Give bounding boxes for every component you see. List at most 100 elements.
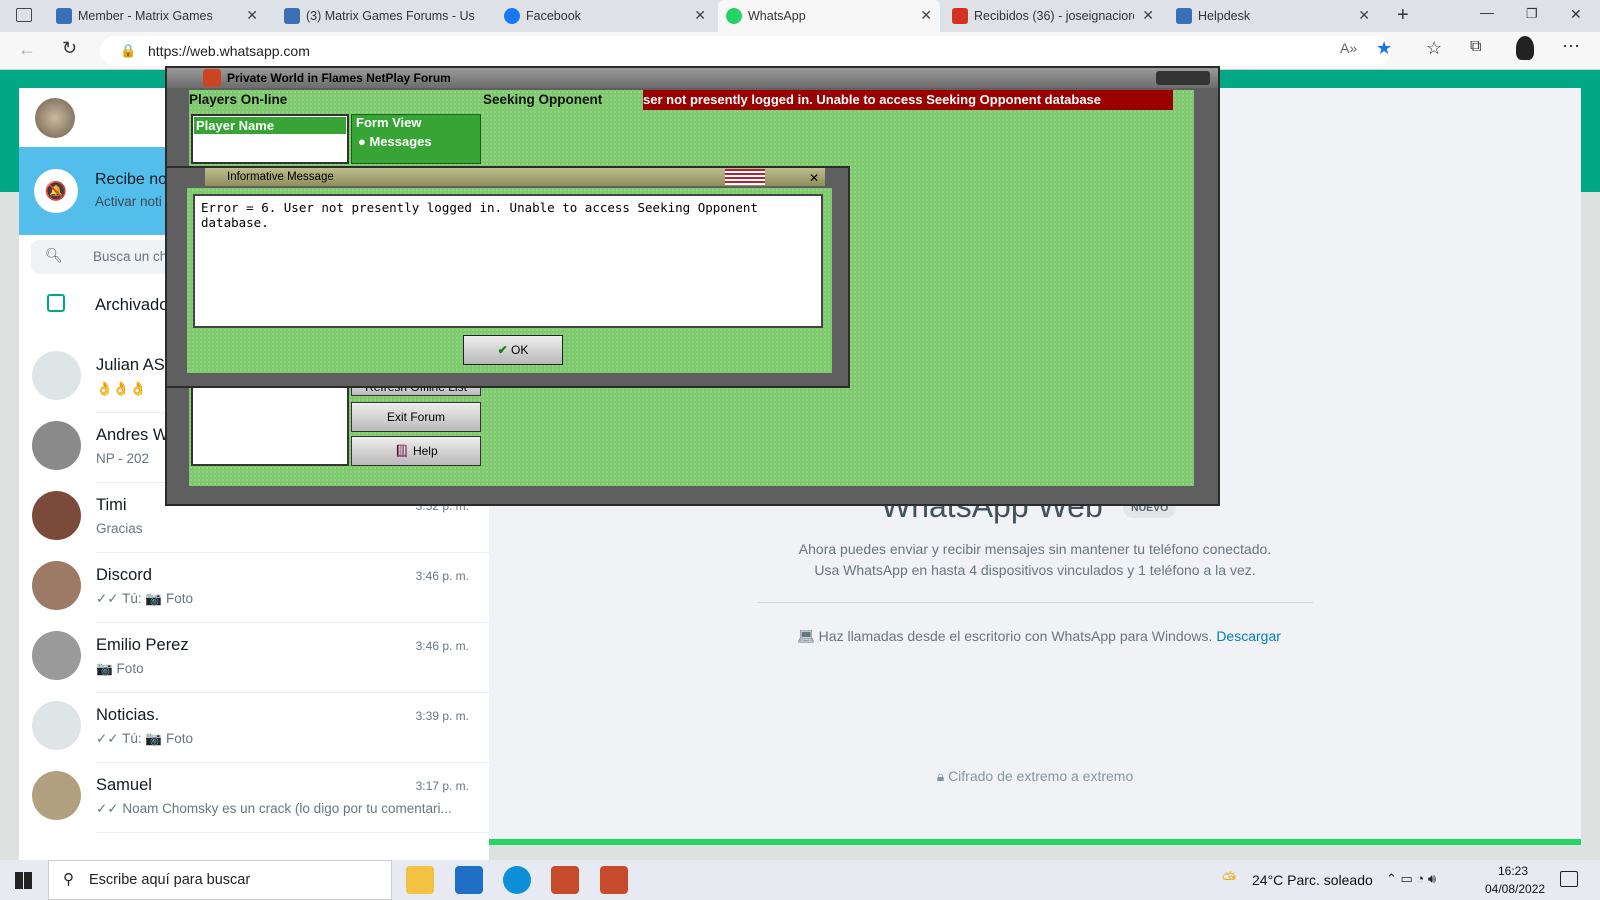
close-icon[interactable]: ✕ [920,7,932,24]
chat-name: Andres W [96,426,169,444]
chat-preview: Gracias [96,521,143,536]
chat-preview: NP - 202 [96,451,150,466]
close-window-icon[interactable]: ✕ [1570,6,1582,23]
refresh-icon[interactable]: ↻ [62,38,77,59]
encrypted-row: 🔒︎ Cifrado de extremo a extremo [489,768,1581,785]
clock-time[interactable]: 16:23 [1498,864,1528,878]
search-icon: ⚲ [63,871,74,888]
chat-row[interactable]: Noticias. 3:39 p. m. ✓✓ Tú: 📷 Foto [19,693,489,763]
dialog-body: Error = 6. User not presently logged in.… [187,188,832,373]
messages-radio[interactable]: ● Messages [352,130,480,153]
exit-forum-button[interactable]: Exit Forum [351,402,481,432]
avatar [32,351,81,400]
avatar [32,421,81,470]
lock-icon: 🔒︎ [936,768,949,784]
close-icon[interactable]: ✕ [1358,7,1370,24]
chat-time: 3:46 p. m. [415,639,469,653]
archive-icon [47,294,65,312]
favorites-icon[interactable]: ☆ [1426,38,1442,59]
browser-tab-bar: Member - Matrix Games ✕ (3) Matrix Games… [0,0,1600,32]
chat-row[interactable]: Discord 3:46 p. m. ✓✓ Tú: 📷 Foto [19,553,489,623]
tab-member-matrix[interactable]: Member - Matrix Games ✕ [48,0,266,32]
notif-subtitle: Activar noti [95,194,162,209]
weather-text[interactable]: 24°C Parc. soleado [1252,872,1373,888]
forum-title-bar[interactable]: Private World in Flames NetPlay Forum [167,68,1218,88]
messages-label: Messages [369,134,432,149]
gmail-icon [952,8,968,24]
book-icon: 📕︎ [394,444,410,458]
tab-title: (3) Matrix Games Forums - Us [306,9,475,23]
taskbar-search[interactable]: ⚲ Escribe aquí para buscar [48,860,392,900]
chat-name: Timi [96,496,127,514]
profile-avatar[interactable] [35,98,75,138]
chat-preview: ✓✓ Tú: 📷 Foto [96,591,193,606]
chat-row[interactable]: Emilio Perez 3:46 p. m. 📷 Foto [19,623,489,693]
new-tab-icon[interactable]: + [1397,4,1409,27]
profile-icon[interactable] [1516,36,1534,60]
window-controls-icon[interactable] [1156,71,1210,85]
form-view-group: Form View ● Messages [351,114,481,164]
tab-title: Member - Matrix Games [78,9,213,23]
mail-icon[interactable] [455,866,483,894]
tray-icons[interactable]: ⌃ ▭ ◔ 🔊︎ [1386,871,1436,887]
help-label: Help [412,444,438,458]
matrix-icon [284,8,300,24]
avatar [32,561,81,610]
forum-title: Private World in Flames NetPlay Forum [227,71,451,85]
player-list[interactable]: Player Name [191,114,349,164]
notifications-icon[interactable] [1560,871,1578,887]
notif-title: Recibe no [95,171,168,188]
tab-gmail[interactable]: Recibidos (36) - joseignaciorc ✕ [944,0,1162,32]
read-aloud-icon[interactable]: A» [1340,40,1357,56]
opponent-list[interactable] [191,380,349,466]
back-icon[interactable]: ← [18,39,36,60]
tab-title: Recibidos (36) - joseignaciorc [974,9,1134,23]
encrypted-text: Cifrado de extremo a extremo [948,768,1134,784]
help-button[interactable]: 📕︎ Help [351,436,481,466]
chat-row[interactable]: Samuel 3:17 p. m. ✓✓ Noam Chomsky es un cr… [19,763,489,833]
chat-time: 3:46 p. m. [415,569,469,583]
windows-start-icon[interactable] [15,872,32,889]
close-icon[interactable]: ✕ [694,7,706,24]
close-icon[interactable]: ✕ [1142,7,1154,24]
seeking-opponent-label: Seeking Opponent [483,92,603,107]
tab-title: Facebook [526,9,581,23]
chat-time: 3:17 p. m. [415,779,469,793]
favorite-star-icon[interactable]: ★ [1376,38,1392,59]
close-icon[interactable]: ✕ [246,7,258,24]
form-view-label: Form View [356,115,422,130]
tab-actions-icon[interactable] [16,8,32,22]
tab-facebook[interactable]: Facebook ✕ [496,0,714,32]
tab-helpdesk[interactable]: Helpdesk ✕ [1168,0,1378,32]
weather-icon: ⛅︎ [1222,869,1237,889]
ok-button[interactable]: ✔ OK [463,335,563,365]
download-link[interactable]: Descargar [1216,628,1281,644]
edge-icon[interactable] [503,866,531,894]
close-icon[interactable]: ✕ [809,169,819,187]
tab-matrix-forums[interactable]: (3) Matrix Games Forums - Us [276,0,486,32]
description-line-2: Usa WhatsApp en hasta 4 dispositivos vin… [814,562,1256,578]
avatar [32,491,81,540]
informative-dialog: Informative Message ✕ Error = 6. User no… [165,166,850,388]
chat-preview: ✓✓ Tú: 📷 Foto [96,731,193,746]
more-menu-icon[interactable]: ⋯ [1562,36,1580,57]
chat-name: Samuel [96,776,152,794]
minimize-icon[interactable]: — [1480,4,1494,20]
collections-icon[interactable]: ⧉ [1470,38,1481,56]
search-icon: 🔍︎ [45,247,63,263]
wif-forum-icon[interactable] [600,866,628,894]
error-message-text: Error = 6. User not presently logged in.… [193,194,823,328]
tab-whatsapp[interactable]: WhatsApp ✕ [718,0,940,32]
ok-label: OK [511,343,529,357]
facebook-icon [504,8,520,24]
url-field[interactable]: 🔒 https://web.whatsapp.com [100,36,1390,66]
restore-icon[interactable]: ❐ [1526,6,1538,22]
dialog-title: Informative Message [227,171,334,183]
file-explorer-icon[interactable] [406,866,434,894]
player-name-header[interactable]: Player Name [194,117,346,134]
wif-game-icon[interactable] [551,866,579,894]
address-bar-row: ← ↻ 🔒 https://web.whatsapp.com A» ★ ☆ ⧉ … [0,32,1600,70]
clock-date[interactable]: 04/08/2022 [1485,882,1545,896]
divider [96,832,489,833]
dialog-title-bar[interactable]: Informative Message ✕ [205,168,825,186]
